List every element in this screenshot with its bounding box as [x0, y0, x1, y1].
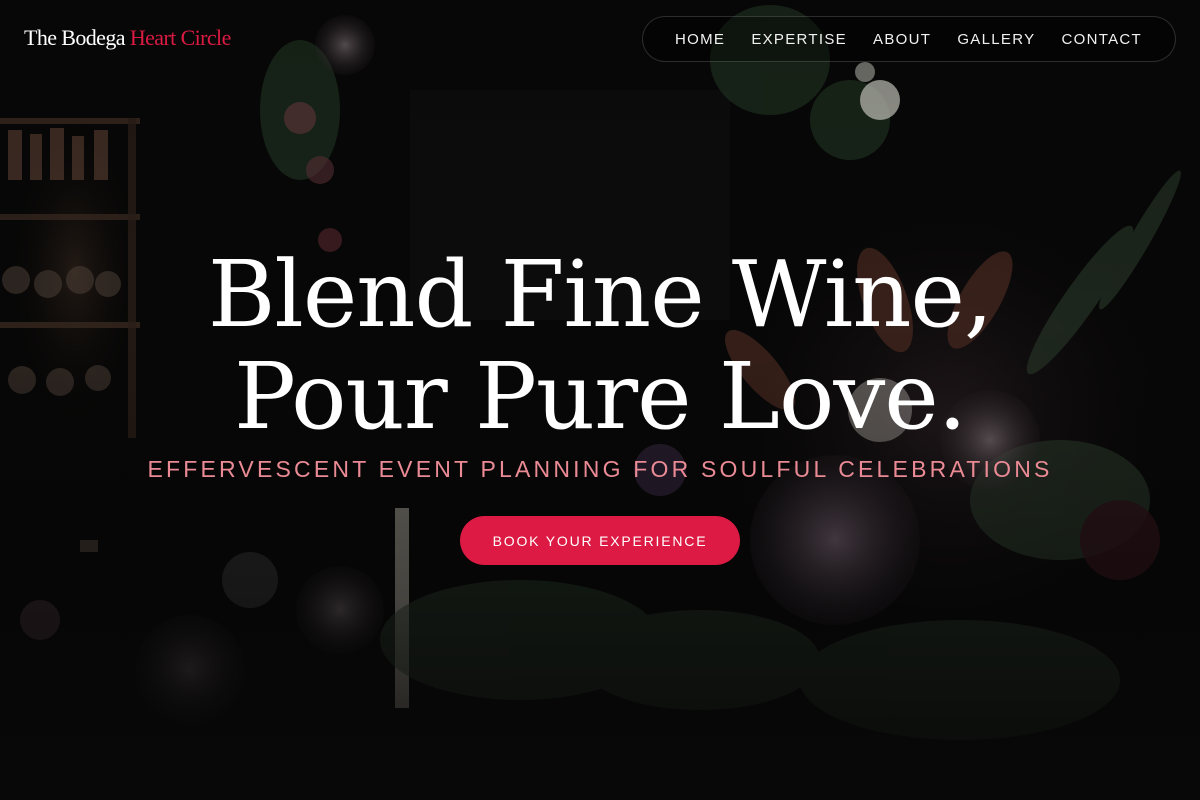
- hero-tagline: EFFERVESCENT EVENT PLANNING FOR SOULFUL …: [147, 456, 1053, 482]
- headline-line-2: Pour Pure Love.: [233, 343, 967, 450]
- headline-line-1: Blend Fine Wine,: [207, 241, 993, 348]
- hero-section: Blend Fine Wine, Pour Pure Love. EFFERVE…: [0, 0, 1200, 800]
- book-experience-button[interactable]: BOOK YOUR EXPERIENCE: [460, 516, 740, 565]
- hero-headline: Blend Fine Wine, Pour Pure Love.: [0, 244, 1200, 448]
